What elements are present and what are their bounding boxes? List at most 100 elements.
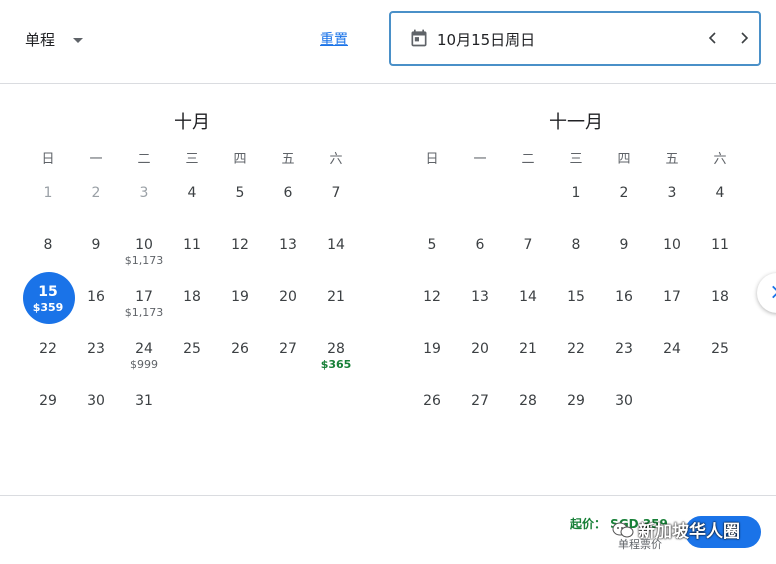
day-cell[interactable]: 12 bbox=[216, 220, 264, 272]
day-number: 30 bbox=[87, 393, 105, 409]
day-cell[interactable]: 24 bbox=[648, 324, 696, 376]
day-cell[interactable]: 27 bbox=[456, 376, 504, 428]
month-title: 十一月 bbox=[549, 112, 603, 133]
day-cell[interactable]: 28 $365 bbox=[312, 324, 360, 376]
day-number: 25 bbox=[183, 341, 201, 357]
day-cell[interactable]: 8 bbox=[552, 220, 600, 272]
day-cell[interactable]: 22 bbox=[24, 324, 72, 376]
next-month-button[interactable] bbox=[757, 273, 776, 313]
day-cell[interactable]: 14 bbox=[504, 272, 552, 324]
day-number: 29 bbox=[39, 393, 57, 409]
day-cell[interactable]: 3 bbox=[648, 168, 696, 220]
day-cell[interactable]: 7 bbox=[504, 220, 552, 272]
day-cell[interactable]: 26 bbox=[408, 376, 456, 428]
day-number: 14 bbox=[327, 237, 345, 253]
day-cell[interactable]: 17 $1,173 bbox=[120, 272, 168, 324]
chevron-right-icon bbox=[772, 285, 776, 299]
day-cell[interactable]: 9 bbox=[600, 220, 648, 272]
day-cell[interactable]: 17 bbox=[648, 272, 696, 324]
day-cell[interactable]: 1 bbox=[552, 168, 600, 220]
day-cell[interactable]: 31 bbox=[120, 376, 168, 428]
day-cell[interactable]: 30 bbox=[600, 376, 648, 428]
day-number: 21 bbox=[327, 289, 345, 305]
calendar-footer: 起价： SGD 359 单程票价 新加坡华人圈 bbox=[0, 495, 776, 564]
day-number: 5 bbox=[427, 237, 437, 253]
day-cell[interactable]: 4 bbox=[168, 168, 216, 220]
day-cell[interactable]: 14 bbox=[312, 220, 360, 272]
day-cell[interactable]: 16 bbox=[600, 272, 648, 324]
day-cell[interactable]: 24 $999 bbox=[120, 324, 168, 376]
day-cell[interactable]: 16 bbox=[72, 272, 120, 324]
day-cell[interactable]: 2 bbox=[72, 168, 120, 220]
trip-type-dropdown[interactable]: 单程 bbox=[25, 27, 84, 51]
day-cell[interactable]: 25 bbox=[168, 324, 216, 376]
day-cell[interactable]: 5 bbox=[216, 168, 264, 220]
day-cell[interactable]: 2 bbox=[600, 168, 648, 220]
day-cell[interactable]: 27 bbox=[264, 324, 312, 376]
day-cell[interactable]: 3 bbox=[120, 168, 168, 220]
day-cell[interactable]: 10 bbox=[648, 220, 696, 272]
reset-button[interactable]: 重置 bbox=[320, 29, 348, 49]
day-cell[interactable]: 4 bbox=[696, 168, 744, 220]
day-cell[interactable]: 6 bbox=[456, 220, 504, 272]
day-number: 28 bbox=[519, 393, 537, 409]
weekday-label: 三 bbox=[569, 152, 583, 167]
day-number: 12 bbox=[423, 289, 441, 305]
day-cell[interactable]: 20 bbox=[264, 272, 312, 324]
day-cell[interactable]: 10 $1,173 bbox=[120, 220, 168, 272]
day-number: 26 bbox=[231, 341, 249, 357]
day-number: 13 bbox=[279, 237, 297, 253]
day-number: 2 bbox=[619, 185, 629, 201]
day-number: 26 bbox=[423, 393, 441, 409]
day-cell[interactable]: 9 bbox=[72, 220, 120, 272]
day-cell[interactable]: 23 bbox=[600, 324, 648, 376]
day-cell[interactable]: 13 bbox=[456, 272, 504, 324]
day-cell[interactable]: 30 bbox=[72, 376, 120, 428]
calendar-header: 单程 重置 10月15日周日 bbox=[0, 0, 776, 84]
next-date-button[interactable] bbox=[732, 26, 756, 50]
day-cell[interactable]: 23 bbox=[72, 324, 120, 376]
day-cell[interactable]: 19 bbox=[216, 272, 264, 324]
weekday-label: 三 bbox=[185, 152, 199, 167]
day-cell[interactable]: 29 bbox=[24, 376, 72, 428]
day-cell[interactable]: 28 bbox=[504, 376, 552, 428]
day-number: 31 bbox=[135, 393, 153, 409]
day-cell[interactable]: 29 bbox=[552, 376, 600, 428]
day-cell[interactable]: 18 bbox=[696, 272, 744, 324]
day-cell[interactable]: 7 bbox=[312, 168, 360, 220]
day-number: 2 bbox=[91, 185, 101, 201]
day-number: 21 bbox=[519, 341, 537, 357]
day-cell[interactable]: 21 bbox=[312, 272, 360, 324]
day-cell[interactable]: 5 bbox=[408, 220, 456, 272]
day-cell[interactable]: 20 bbox=[456, 324, 504, 376]
day-number: 16 bbox=[615, 289, 633, 305]
day-cell[interactable]: 11 bbox=[168, 220, 216, 272]
calendar-icon bbox=[411, 29, 427, 47]
day-cell[interactable]: 21 bbox=[504, 324, 552, 376]
day-cell[interactable]: 18 bbox=[168, 272, 216, 324]
departure-date-field[interactable]: 10月15日周日 bbox=[389, 11, 761, 66]
day-number: 1 bbox=[571, 185, 581, 201]
day-cell[interactable]: 26 bbox=[216, 324, 264, 376]
day-cell[interactable]: 12 bbox=[408, 272, 456, 324]
month-title: 十月 bbox=[174, 112, 210, 133]
day-number: 15 bbox=[38, 284, 58, 300]
day-cell[interactable]: 19 bbox=[408, 324, 456, 376]
chevron-left-icon bbox=[708, 32, 716, 44]
day-number: 8 bbox=[43, 237, 53, 253]
day-cell[interactable]: 13 bbox=[264, 220, 312, 272]
selected-day-cell[interactable]: 15 $359 bbox=[23, 272, 75, 324]
watermark-text: 新加坡华人圈 bbox=[638, 522, 740, 542]
day-number: 28 bbox=[327, 341, 345, 357]
day-cell[interactable]: 25 bbox=[696, 324, 744, 376]
day-cell[interactable]: 22 bbox=[552, 324, 600, 376]
weekday-label: 六 bbox=[713, 152, 727, 167]
day-cell[interactable]: 8 bbox=[24, 220, 72, 272]
day-cell[interactable]: 11 bbox=[696, 220, 744, 272]
prev-date-button[interactable] bbox=[701, 26, 725, 50]
day-cell[interactable]: 15 bbox=[552, 272, 600, 324]
day-cell[interactable]: 1 bbox=[24, 168, 72, 220]
day-number: 14 bbox=[519, 289, 537, 305]
day-cell[interactable]: 6 bbox=[264, 168, 312, 220]
dropdown-caret-icon bbox=[73, 37, 84, 43]
